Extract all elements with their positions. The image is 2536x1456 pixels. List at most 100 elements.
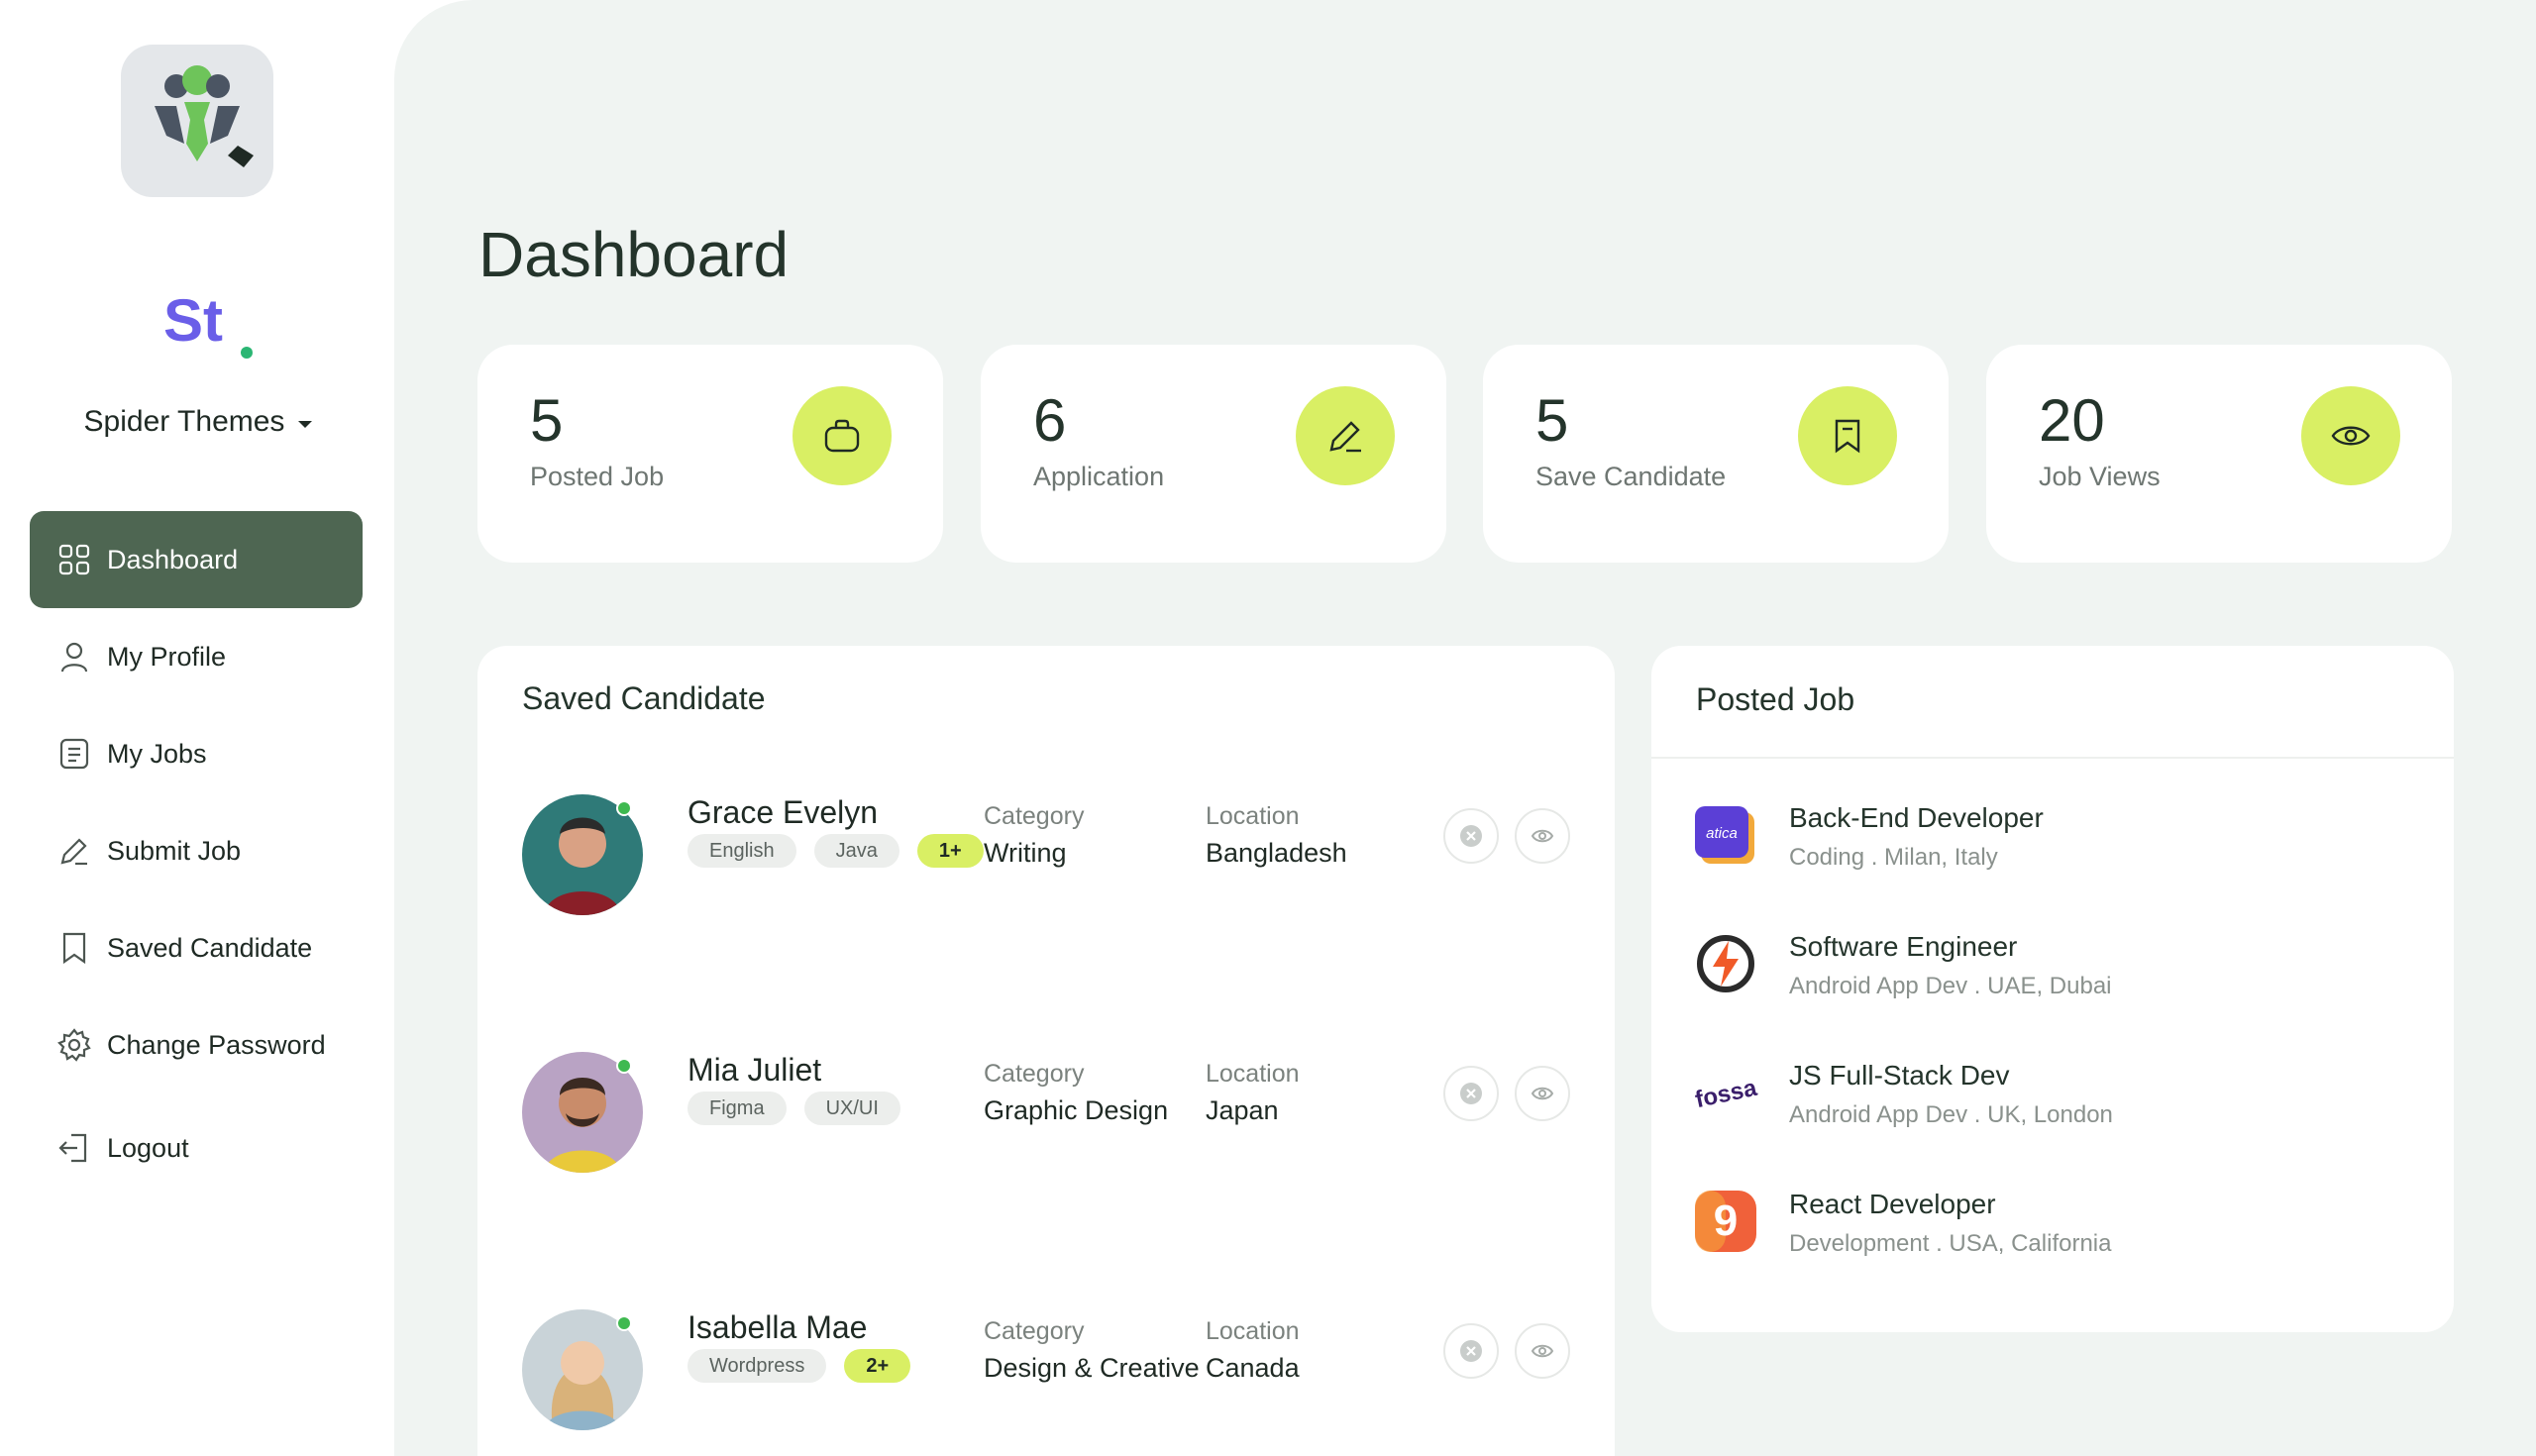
online-indicator [616,1315,632,1331]
category-value: Design & Creative [984,1353,1200,1383]
sidebar-item-dashboard[interactable]: Dashboard [30,511,363,608]
eye-icon [1531,1344,1554,1358]
skill-tags: Figma UX/UI [687,1092,900,1125]
category-label: Category [984,802,1085,830]
briefcase-icon [824,419,860,453]
stat-icon-badge [2301,386,2400,485]
sidebar-item-my-jobs[interactable]: My Jobs [30,705,363,802]
category-label: Category [984,1317,1085,1345]
candidate-row: Isabella Mae Wordpress 2+ Category Desig… [477,1309,1615,1448]
category-value: Graphic Design [984,1095,1169,1125]
company-logo-text: atica [1706,825,1738,842]
eye-icon [1531,1087,1554,1100]
sidebar-item-label: My Jobs [107,738,207,769]
stat-card-application[interactable]: 6 Application [981,345,1446,563]
job-title: Back-End Developer [1789,802,2044,833]
gear-icon [57,1028,91,1062]
job-title: JS Full-Stack Dev [1789,1060,2010,1091]
skill-tag: English [687,834,796,868]
location-label: Location [1206,1317,1300,1345]
close-circle-icon [1460,825,1482,847]
sidebar-item-label: Dashboard [107,544,239,574]
location-value: Canada [1206,1353,1300,1383]
stat-icon-badge [1296,386,1395,485]
location-label: Location [1206,802,1300,830]
panel-title: Posted Job [1696,681,1855,717]
stat-icon-badge [792,386,892,485]
sidebar-item-label: My Profile [107,641,227,672]
stat-card-job-views[interactable]: 20 Job Views [1986,345,2452,563]
stat-card-save-candidate[interactable]: 5 Save Candidate [1483,345,1949,563]
job-item[interactable]: fossa JS Full-Stack Dev Android App Dev … [1651,1060,2454,1169]
sidebar-item-label: Change Password [107,1029,326,1060]
online-indicator [616,800,632,816]
brand-logo-text: St [163,289,223,354]
skill-tag: UX/UI [803,1092,900,1125]
job-title: React Developer [1789,1189,1996,1219]
sidebar-item-logout[interactable]: Logout [30,1099,363,1196]
remove-button[interactable] [1443,1066,1499,1121]
sidebar-item-submit-job[interactable]: Submit Job [30,802,363,899]
category-label: Category [984,1060,1085,1088]
job-item[interactable]: Software Engineer Android App Dev . UAE,… [1651,931,2454,1040]
online-indicator [616,1058,632,1074]
view-button[interactable] [1515,1066,1570,1121]
company-logo: 9 [1693,1189,1758,1254]
view-button[interactable] [1515,808,1570,864]
page-title: Dashboard [478,219,790,290]
category-value: Writing [984,838,1067,868]
caret-down-icon [298,420,313,428]
company-logo: atica [1693,802,1758,868]
job-subtitle: Android App Dev . UK, London [1789,1101,2113,1128]
candidate-row: Grace Evelyn English Java 1+ Category Wr… [477,794,1615,933]
remove-button[interactable] [1443,1323,1499,1379]
stat-label: Application [1033,462,1165,491]
posted-job-panel: Posted Job atica Back-End Developer Codi… [1651,646,2454,1332]
stat-label: Posted Job [530,462,665,491]
sidebar-item-my-profile[interactable]: My Profile [30,608,363,705]
stat-icon-badge [1798,386,1897,485]
sidebar-item-label: Logout [107,1132,189,1163]
sidebar-item-change-password[interactable]: Change Password [30,996,363,1093]
close-circle-icon [1460,1340,1482,1362]
stat-value: 5 [1535,387,1569,454]
brand-logo: St [163,287,263,361]
company-logo-text: fossa [1693,1075,1758,1114]
bookmark-icon [1835,419,1860,454]
workspace-switcher[interactable]: Spider Themes [79,400,317,444]
candidate-name[interactable]: Mia Juliet [687,1052,821,1089]
company-logo [1693,931,1758,996]
skill-tag: Figma [687,1092,787,1125]
stat-value: 5 [530,387,564,454]
company-logo: fossa [1693,1060,1760,1125]
job-subtitle: Coding . Milan, Italy [1789,844,1998,871]
location-value: Japan [1206,1095,1279,1125]
location-value: Bangladesh [1206,838,1347,868]
stat-card-posted-job[interactable]: 5 Posted Job [477,345,943,563]
panel-title: Saved Candidate [522,680,766,716]
skill-tag: Wordpress [687,1349,827,1383]
job-subtitle: Android App Dev . UAE, Dubai [1789,973,2112,999]
user-icon [60,642,88,673]
remove-button[interactable] [1443,808,1499,864]
candidate-name[interactable]: Grace Evelyn [687,794,878,831]
app-logo [121,45,273,197]
pencil-icon [1329,421,1361,453]
eye-icon [1531,829,1554,843]
stat-value: 6 [1033,387,1067,454]
sidebar: St Spider Themes Dashboard My Profile My… [0,0,394,1456]
logout-icon [58,1133,87,1163]
view-button[interactable] [1515,1323,1570,1379]
more-skills-badge: 1+ [916,834,984,868]
more-skills-badge: 2+ [844,1349,911,1383]
candidate-name[interactable]: Isabella Mae [687,1309,867,1346]
job-subtitle: Development . USA, California [1789,1230,2112,1257]
skill-tags: Wordpress 2+ [687,1349,911,1383]
eye-icon [2331,426,2371,446]
close-circle-icon [1460,1083,1482,1104]
job-item[interactable]: atica Back-End Developer Coding . Milan,… [1651,802,2454,911]
grid-icon [58,544,90,575]
job-item[interactable]: 9 React Developer Development . USA, Cal… [1651,1189,2454,1298]
stat-label: Save Candidate [1535,462,1727,491]
sidebar-item-saved-candidate[interactable]: Saved Candidate [30,899,363,996]
